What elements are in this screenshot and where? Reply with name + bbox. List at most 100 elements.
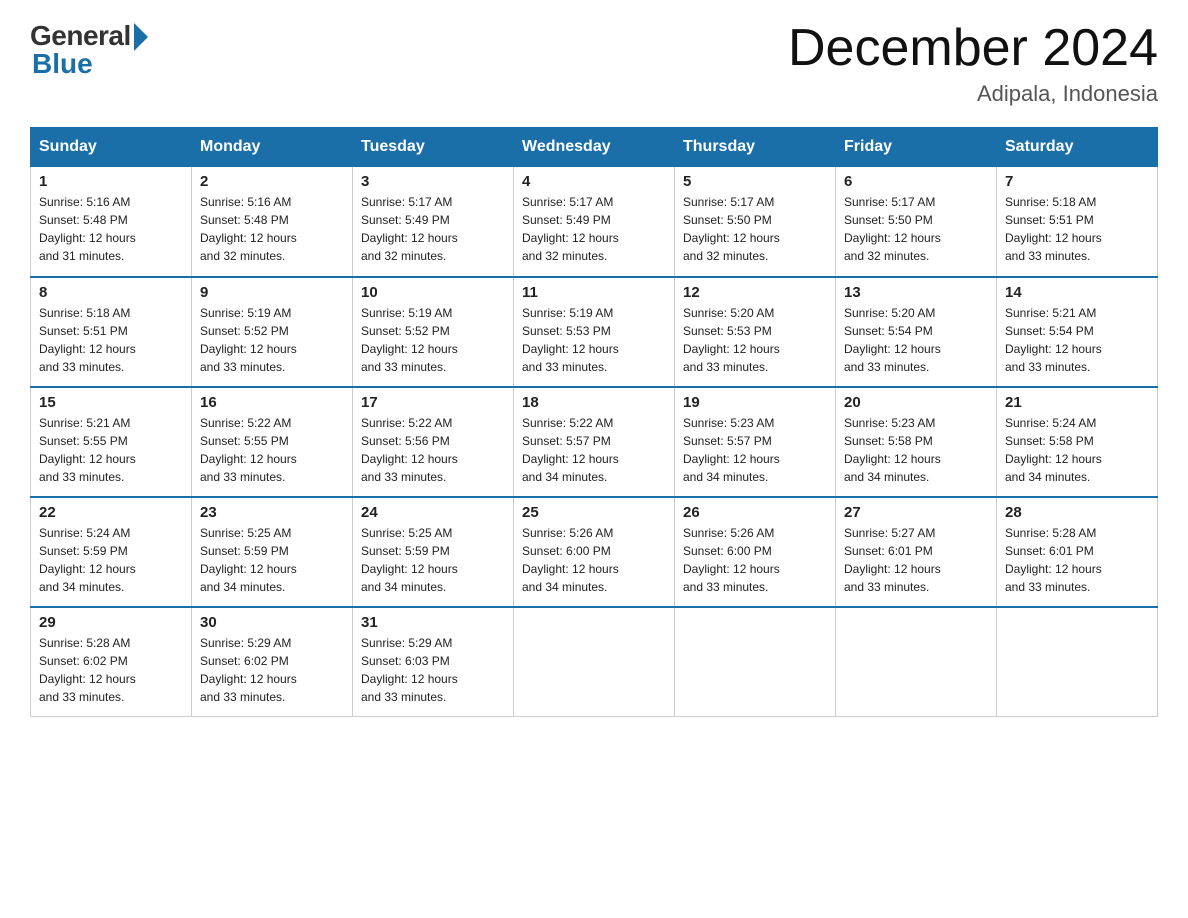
day-number: 8 [39, 284, 183, 301]
day-number: 17 [361, 394, 505, 411]
day-number: 23 [200, 504, 344, 521]
calendar-day-cell [997, 607, 1158, 717]
day-number: 15 [39, 394, 183, 411]
day-info: Sunrise: 5:16 AMSunset: 5:48 PMDaylight:… [39, 193, 183, 265]
calendar-day-cell: 11 Sunrise: 5:19 AMSunset: 5:53 PMDaylig… [514, 277, 675, 387]
calendar-day-cell: 8 Sunrise: 5:18 AMSunset: 5:51 PMDayligh… [31, 277, 192, 387]
calendar-week-row: 22 Sunrise: 5:24 AMSunset: 5:59 PMDaylig… [31, 497, 1158, 607]
calendar-day-cell: 30 Sunrise: 5:29 AMSunset: 6:02 PMDaylig… [192, 607, 353, 717]
calendar-day-cell: 20 Sunrise: 5:23 AMSunset: 5:58 PMDaylig… [836, 387, 997, 497]
column-header-thursday: Thursday [675, 128, 836, 167]
calendar-day-cell: 26 Sunrise: 5:26 AMSunset: 6:00 PMDaylig… [675, 497, 836, 607]
day-info: Sunrise: 5:17 AMSunset: 5:49 PMDaylight:… [522, 193, 666, 265]
column-header-saturday: Saturday [997, 128, 1158, 167]
day-number: 30 [200, 614, 344, 631]
day-number: 7 [1005, 173, 1149, 190]
calendar-day-cell: 4 Sunrise: 5:17 AMSunset: 5:49 PMDayligh… [514, 167, 675, 277]
calendar-day-cell: 9 Sunrise: 5:19 AMSunset: 5:52 PMDayligh… [192, 277, 353, 387]
calendar-week-row: 29 Sunrise: 5:28 AMSunset: 6:02 PMDaylig… [31, 607, 1158, 717]
calendar-day-cell: 13 Sunrise: 5:20 AMSunset: 5:54 PMDaylig… [836, 277, 997, 387]
day-number: 1 [39, 173, 183, 190]
day-info: Sunrise: 5:29 AMSunset: 6:03 PMDaylight:… [361, 634, 505, 706]
day-number: 16 [200, 394, 344, 411]
day-info: Sunrise: 5:22 AMSunset: 5:57 PMDaylight:… [522, 414, 666, 486]
day-number: 25 [522, 504, 666, 521]
day-number: 6 [844, 173, 988, 190]
calendar-day-cell: 17 Sunrise: 5:22 AMSunset: 5:56 PMDaylig… [353, 387, 514, 497]
calendar-day-cell: 29 Sunrise: 5:28 AMSunset: 6:02 PMDaylig… [31, 607, 192, 717]
day-number: 2 [200, 173, 344, 190]
day-number: 24 [361, 504, 505, 521]
day-info: Sunrise: 5:23 AMSunset: 5:57 PMDaylight:… [683, 414, 827, 486]
column-header-monday: Monday [192, 128, 353, 167]
day-info: Sunrise: 5:25 AMSunset: 5:59 PMDaylight:… [200, 524, 344, 596]
calendar-day-cell: 24 Sunrise: 5:25 AMSunset: 5:59 PMDaylig… [353, 497, 514, 607]
day-info: Sunrise: 5:17 AMSunset: 5:49 PMDaylight:… [361, 193, 505, 265]
page-header: General Blue December 2024 Adipala, Indo… [30, 20, 1158, 107]
day-info: Sunrise: 5:21 AMSunset: 5:55 PMDaylight:… [39, 414, 183, 486]
calendar-day-cell: 3 Sunrise: 5:17 AMSunset: 5:49 PMDayligh… [353, 167, 514, 277]
calendar-day-cell: 5 Sunrise: 5:17 AMSunset: 5:50 PMDayligh… [675, 167, 836, 277]
day-number: 12 [683, 284, 827, 301]
day-number: 27 [844, 504, 988, 521]
day-info: Sunrise: 5:19 AMSunset: 5:52 PMDaylight:… [361, 304, 505, 376]
day-number: 19 [683, 394, 827, 411]
calendar-day-cell: 12 Sunrise: 5:20 AMSunset: 5:53 PMDaylig… [675, 277, 836, 387]
calendar-week-row: 1 Sunrise: 5:16 AMSunset: 5:48 PMDayligh… [31, 167, 1158, 277]
location-subtitle: Adipala, Indonesia [788, 81, 1158, 107]
calendar-day-cell [514, 607, 675, 717]
day-number: 9 [200, 284, 344, 301]
day-number: 18 [522, 394, 666, 411]
day-number: 22 [39, 504, 183, 521]
logo-blue-text: Blue [32, 48, 93, 80]
day-info: Sunrise: 5:16 AMSunset: 5:48 PMDaylight:… [200, 193, 344, 265]
day-info: Sunrise: 5:18 AMSunset: 5:51 PMDaylight:… [1005, 193, 1149, 265]
day-info: Sunrise: 5:25 AMSunset: 5:59 PMDaylight:… [361, 524, 505, 596]
day-info: Sunrise: 5:19 AMSunset: 5:53 PMDaylight:… [522, 304, 666, 376]
month-year-title: December 2024 [788, 20, 1158, 77]
day-number: 3 [361, 173, 505, 190]
day-number: 29 [39, 614, 183, 631]
day-info: Sunrise: 5:23 AMSunset: 5:58 PMDaylight:… [844, 414, 988, 486]
day-info: Sunrise: 5:24 AMSunset: 5:59 PMDaylight:… [39, 524, 183, 596]
day-number: 5 [683, 173, 827, 190]
day-number: 31 [361, 614, 505, 631]
calendar-day-cell: 25 Sunrise: 5:26 AMSunset: 6:00 PMDaylig… [514, 497, 675, 607]
column-header-wednesday: Wednesday [514, 128, 675, 167]
day-info: Sunrise: 5:20 AMSunset: 5:53 PMDaylight:… [683, 304, 827, 376]
calendar-day-cell [675, 607, 836, 717]
calendar-table: SundayMondayTuesdayWednesdayThursdayFrid… [30, 127, 1158, 717]
calendar-day-cell: 19 Sunrise: 5:23 AMSunset: 5:57 PMDaylig… [675, 387, 836, 497]
day-info: Sunrise: 5:26 AMSunset: 6:00 PMDaylight:… [683, 524, 827, 596]
day-info: Sunrise: 5:21 AMSunset: 5:54 PMDaylight:… [1005, 304, 1149, 376]
day-info: Sunrise: 5:27 AMSunset: 6:01 PMDaylight:… [844, 524, 988, 596]
day-number: 10 [361, 284, 505, 301]
day-info: Sunrise: 5:17 AMSunset: 5:50 PMDaylight:… [844, 193, 988, 265]
calendar-day-cell: 6 Sunrise: 5:17 AMSunset: 5:50 PMDayligh… [836, 167, 997, 277]
day-info: Sunrise: 5:24 AMSunset: 5:58 PMDaylight:… [1005, 414, 1149, 486]
day-info: Sunrise: 5:17 AMSunset: 5:50 PMDaylight:… [683, 193, 827, 265]
calendar-day-cell: 14 Sunrise: 5:21 AMSunset: 5:54 PMDaylig… [997, 277, 1158, 387]
calendar-day-cell: 18 Sunrise: 5:22 AMSunset: 5:57 PMDaylig… [514, 387, 675, 497]
calendar-day-cell: 1 Sunrise: 5:16 AMSunset: 5:48 PMDayligh… [31, 167, 192, 277]
logo: General Blue [30, 20, 148, 80]
column-header-tuesday: Tuesday [353, 128, 514, 167]
day-number: 11 [522, 284, 666, 301]
day-info: Sunrise: 5:22 AMSunset: 5:56 PMDaylight:… [361, 414, 505, 486]
day-info: Sunrise: 5:26 AMSunset: 6:00 PMDaylight:… [522, 524, 666, 596]
calendar-day-cell [836, 607, 997, 717]
day-info: Sunrise: 5:20 AMSunset: 5:54 PMDaylight:… [844, 304, 988, 376]
day-info: Sunrise: 5:22 AMSunset: 5:55 PMDaylight:… [200, 414, 344, 486]
calendar-day-cell: 28 Sunrise: 5:28 AMSunset: 6:01 PMDaylig… [997, 497, 1158, 607]
day-number: 20 [844, 394, 988, 411]
logo-arrow-icon [134, 23, 148, 51]
day-number: 28 [1005, 504, 1149, 521]
day-number: 4 [522, 173, 666, 190]
calendar-header-row: SundayMondayTuesdayWednesdayThursdayFrid… [31, 128, 1158, 167]
calendar-day-cell: 10 Sunrise: 5:19 AMSunset: 5:52 PMDaylig… [353, 277, 514, 387]
calendar-day-cell: 15 Sunrise: 5:21 AMSunset: 5:55 PMDaylig… [31, 387, 192, 497]
day-info: Sunrise: 5:29 AMSunset: 6:02 PMDaylight:… [200, 634, 344, 706]
calendar-day-cell: 27 Sunrise: 5:27 AMSunset: 6:01 PMDaylig… [836, 497, 997, 607]
day-info: Sunrise: 5:18 AMSunset: 5:51 PMDaylight:… [39, 304, 183, 376]
calendar-day-cell: 22 Sunrise: 5:24 AMSunset: 5:59 PMDaylig… [31, 497, 192, 607]
